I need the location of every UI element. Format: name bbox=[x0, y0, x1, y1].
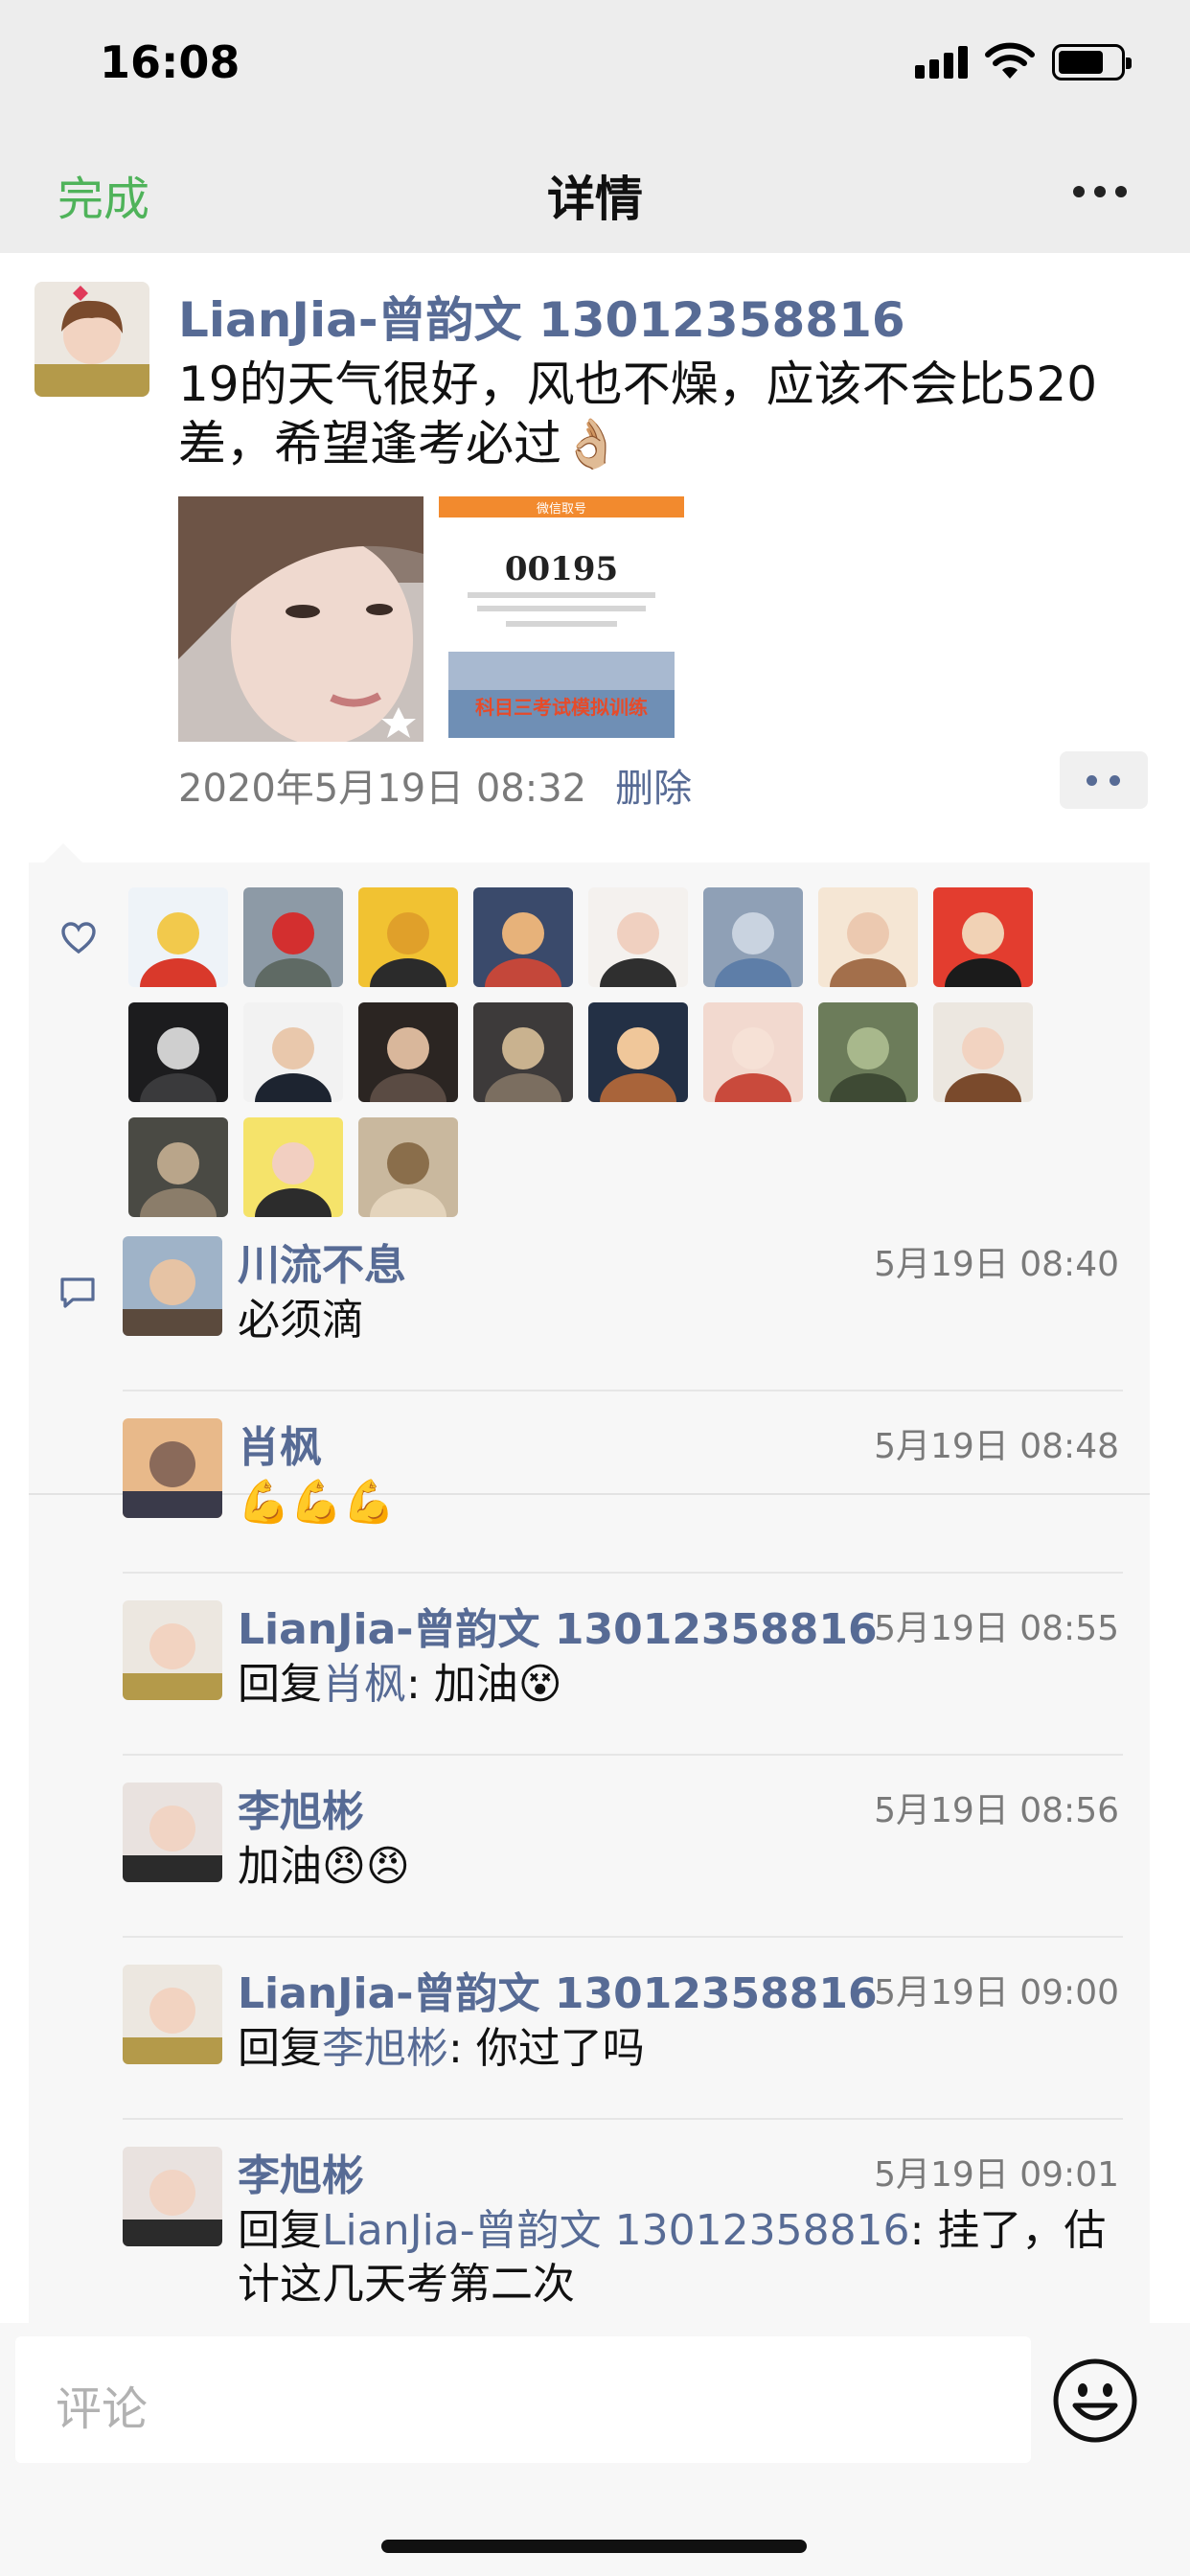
home-indicator bbox=[381, 2540, 807, 2553]
ticket-banner: 科目三考试模拟训练 bbox=[475, 696, 648, 719]
panel-pointer bbox=[44, 843, 82, 862]
commenter-avatar[interactable] bbox=[123, 1965, 222, 2064]
emoji-icon[interactable] bbox=[1052, 2358, 1138, 2444]
post-date: 2020年5月19日 08:32 bbox=[178, 767, 587, 811]
like-avatar[interactable] bbox=[243, 1117, 343, 1217]
like-avatar[interactable] bbox=[588, 1002, 688, 1102]
comment-body: 必须滴 bbox=[238, 1296, 364, 1345]
like-avatar[interactable] bbox=[473, 887, 573, 987]
commenter-avatar[interactable] bbox=[123, 1782, 222, 1882]
cellular-signal-icon bbox=[915, 44, 971, 79]
post-text: 19的天气很好，风也不燥，应该不会比520差，希望逢考必过👌🏼 bbox=[178, 356, 1098, 472]
comment-divider bbox=[123, 1754, 1123, 1756]
like-avatar[interactable] bbox=[243, 887, 343, 987]
status-bar: 16:08 bbox=[0, 0, 1190, 134]
comment-item[interactable]: 李旭彬 5月19日 09:01 回复LianJia-曾韵文 13012358816:… bbox=[123, 2147, 1150, 2319]
like-avatar[interactable] bbox=[358, 887, 458, 987]
post-meta: 2020年5月19日 08:32 删除 bbox=[178, 757, 692, 813]
comment-time: 5月19日 08:48 bbox=[874, 1427, 1119, 1466]
post-author-avatar[interactable] bbox=[34, 282, 149, 397]
comment-text: 必须滴 bbox=[238, 1294, 1119, 1347]
post-action-menu-button[interactable] bbox=[1060, 751, 1148, 809]
reply-prefix: 回复 bbox=[238, 2024, 322, 2073]
reply-prefix: 回复 bbox=[238, 2206, 322, 2255]
like-avatar[interactable] bbox=[703, 1002, 803, 1102]
commenter-avatar[interactable] bbox=[123, 1600, 222, 1700]
comment-divider bbox=[123, 1390, 1123, 1392]
nav-bar: 完成 详情 bbox=[0, 134, 1190, 253]
comment-item[interactable]: 李旭彬 5月19日 08:56 加油😠😠 bbox=[123, 1782, 1150, 1955]
comment-text: 💪💪💪 bbox=[238, 1476, 1119, 1530]
commenter-name[interactable]: 李旭彬 bbox=[238, 2141, 364, 2202]
like-avatar[interactable] bbox=[933, 1002, 1033, 1102]
comment-time: 5月19日 08:55 bbox=[874, 1609, 1119, 1648]
comment-divider bbox=[123, 1936, 1123, 1938]
status-time: 16:08 bbox=[100, 36, 240, 88]
commenter-name[interactable]: LianJia-曾韵文 13012358816 bbox=[238, 1595, 878, 1656]
reply-prefix: 回复 bbox=[238, 1660, 322, 1709]
like-avatar[interactable] bbox=[933, 887, 1033, 987]
like-avatar[interactable] bbox=[703, 887, 803, 987]
comment-item[interactable]: LianJia-曾韵文 13012358816 5月19日 09:00 回复李旭彬:… bbox=[123, 1965, 1150, 2137]
reply-target-link[interactable]: LianJia-曾韵文 13012358816 bbox=[322, 2206, 910, 2255]
commenter-name[interactable]: 川流不息 bbox=[238, 1230, 406, 1292]
comment-item[interactable]: LianJia-曾韵文 13012358816 5月19日 08:55 回复肖枫: … bbox=[123, 1600, 1150, 1773]
comment-body: : 你过了吗 bbox=[448, 2024, 645, 2073]
like-avatar[interactable] bbox=[128, 887, 228, 987]
commenter-avatar[interactable] bbox=[123, 2147, 222, 2246]
like-avatar[interactable] bbox=[818, 1002, 918, 1102]
likes-comments-panel: 川流不息 5月19日 08:40 必须滴肖枫 5月19日 08:48 💪💪💪 LianJi… bbox=[29, 862, 1150, 2323]
commenter-name[interactable]: 肖枫 bbox=[238, 1413, 322, 1474]
comment-time: 5月19日 09:01 bbox=[874, 2155, 1119, 2195]
post-author-name[interactable]: LianJia-曾韵文 13012358816 bbox=[178, 282, 905, 351]
ticket-title: 微信取号 bbox=[536, 502, 586, 517]
comment-item[interactable]: 川流不息 5月19日 08:40 必须滴 bbox=[123, 1236, 1150, 1409]
comment-text: 加油😠😠 bbox=[238, 1840, 1119, 1894]
comment-icon bbox=[60, 1277, 95, 1308]
commenter-avatar[interactable] bbox=[123, 1418, 222, 1518]
like-avatar[interactable] bbox=[473, 1002, 573, 1102]
comment-time: 5月19日 08:40 bbox=[874, 1245, 1119, 1284]
comment-input[interactable]: 评论 bbox=[15, 2336, 1031, 2463]
like-avatar[interactable] bbox=[818, 887, 918, 987]
comment-text: 回复LianJia-曾韵文 13012358816: 挂了，估计这几天考第二次 bbox=[238, 2204, 1119, 2312]
comment-input-bar: 评论 bbox=[0, 2323, 1190, 2576]
commenter-avatar[interactable] bbox=[123, 1236, 222, 1336]
comment-text: 回复李旭彬: 你过了吗 bbox=[238, 2022, 1119, 2076]
like-avatar[interactable] bbox=[358, 1002, 458, 1102]
comment-time: 5月19日 09:00 bbox=[874, 1973, 1119, 2012]
comment-divider bbox=[123, 2118, 1123, 2120]
comment-time: 5月19日 08:56 bbox=[874, 1791, 1119, 1830]
moment-detail: LianJia-曾韵文 13012358816 19的天气很好，风也不燥，应该不… bbox=[0, 253, 1190, 2323]
comment-body: 💪💪💪 bbox=[238, 1478, 396, 1527]
wifi-icon bbox=[985, 42, 1035, 79]
like-avatar[interactable] bbox=[128, 1002, 228, 1102]
page-title: 详情 bbox=[547, 172, 643, 227]
post-image-queue-ticket[interactable]: 微信取号 00195 科目三考试模拟训练 bbox=[439, 496, 684, 742]
battery-icon bbox=[1052, 44, 1132, 80]
heart-icon bbox=[61, 922, 96, 954]
reply-target-link[interactable]: 肖枫 bbox=[322, 1660, 406, 1709]
comment-text: 回复肖枫: 加油😵 bbox=[238, 1658, 1119, 1712]
like-avatar[interactable] bbox=[128, 1117, 228, 1217]
like-avatar[interactable] bbox=[358, 1117, 458, 1217]
delete-button[interactable]: 删除 bbox=[615, 767, 692, 811]
comment-body: 加油😠😠 bbox=[238, 1842, 410, 1891]
post-image-selfie[interactable] bbox=[178, 496, 423, 742]
commenter-name[interactable]: LianJia-曾韵文 13012358816 bbox=[238, 1959, 878, 2020]
comment-body: : 加油😵 bbox=[406, 1660, 562, 1709]
like-avatar[interactable] bbox=[243, 1002, 343, 1102]
more-options-icon[interactable] bbox=[1073, 186, 1127, 199]
like-avatar[interactable] bbox=[588, 887, 688, 987]
comment-divider bbox=[123, 1572, 1123, 1574]
reply-target-link[interactable]: 李旭彬 bbox=[322, 2024, 448, 2073]
ticket-number: 00195 bbox=[504, 550, 619, 588]
commenter-name[interactable]: 李旭彬 bbox=[238, 1777, 364, 1838]
comment-item[interactable]: 肖枫 5月19日 08:48 💪💪💪 bbox=[123, 1418, 1150, 1591]
